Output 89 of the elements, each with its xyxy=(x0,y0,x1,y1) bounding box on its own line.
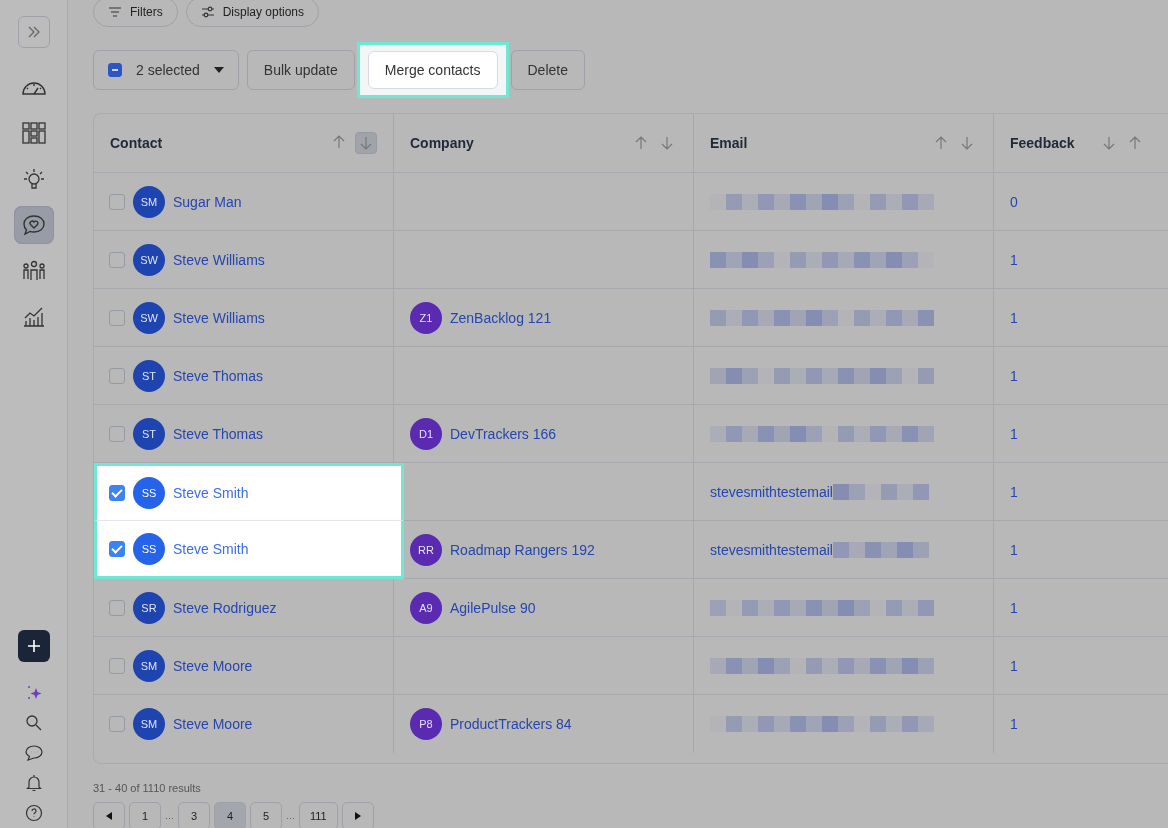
contact-avatar: SS xyxy=(133,477,165,509)
results-count: 31 - 40 of 1110 results xyxy=(93,782,202,794)
feedback-count[interactable]: 1 xyxy=(1010,425,1018,442)
feedback-count[interactable]: 1 xyxy=(1010,483,1018,500)
page-ellipsis: … xyxy=(286,811,295,821)
caret-icon xyxy=(213,67,224,73)
contact-name[interactable]: Steve Thomas xyxy=(173,425,263,442)
company-name[interactable]: Roadmap Rangers 192 xyxy=(450,541,595,558)
select-all-checkbox[interactable] xyxy=(108,63,122,77)
company-avatar: D1 xyxy=(410,417,442,450)
people-icon xyxy=(20,260,47,282)
feedback-count[interactable]: 1 xyxy=(1010,541,1018,558)
column-header[interactable]: Company xyxy=(410,135,474,151)
nav-button[interactable] xyxy=(13,206,54,244)
page-button[interactable]: 4 xyxy=(214,802,246,828)
contact-name[interactable]: Steve Williams xyxy=(173,251,265,268)
contact-avatar: SW xyxy=(133,301,165,334)
email-link[interactable]: stevesmithtestemail xyxy=(710,483,833,500)
row-checkbox[interactable] xyxy=(109,485,125,501)
action-button[interactable]: Delete xyxy=(510,50,585,90)
row-checkbox[interactable] xyxy=(109,716,125,732)
action-button[interactable]: Merge contacts xyxy=(367,51,498,89)
action-button[interactable]: Bulk update xyxy=(246,50,355,90)
contact-name[interactable]: Steve Smith xyxy=(173,540,249,557)
column-header[interactable]: Email xyxy=(710,135,748,151)
next-page-button[interactable] xyxy=(341,802,374,828)
feedback-count[interactable]: 1 xyxy=(1010,251,1018,268)
page-ellipsis: … xyxy=(165,811,174,821)
company-name[interactable]: ProductTrackers 84 xyxy=(450,716,572,732)
grid-icon xyxy=(21,122,46,144)
contact-name[interactable]: Steve Moore xyxy=(173,716,253,732)
feedback-count[interactable]: 1 xyxy=(1010,657,1018,674)
heart-chat-icon xyxy=(21,214,46,236)
column-header[interactable]: Feedback xyxy=(1010,135,1075,151)
add-button[interactable] xyxy=(17,630,50,662)
contact-name[interactable]: Steve Smith xyxy=(173,485,249,501)
contact-avatar: SR xyxy=(133,591,165,624)
help-icon[interactable] xyxy=(24,804,43,822)
row-checkbox[interactable] xyxy=(109,309,125,326)
contact-name[interactable]: Steve Moore xyxy=(173,657,253,674)
company-name[interactable]: ZenBacklog 121 xyxy=(450,309,552,326)
contact-avatar: ST xyxy=(133,417,165,450)
row-checkbox[interactable] xyxy=(109,251,125,268)
row-checkbox[interactable] xyxy=(109,599,125,616)
row-checkbox[interactable] xyxy=(109,425,125,442)
bell-icon[interactable] xyxy=(24,774,43,792)
sort-descending-icon[interactable] xyxy=(355,132,377,154)
contact-name[interactable]: Sugar Man xyxy=(173,193,242,210)
company-name[interactable]: DevTrackers 166 xyxy=(450,425,557,442)
feedback-count[interactable]: 1 xyxy=(1010,599,1018,616)
contact-name[interactable]: Steve Williams xyxy=(173,309,265,326)
contact-avatar: SM xyxy=(133,185,165,218)
contact-avatar: SW xyxy=(133,243,165,276)
row-checkbox[interactable] xyxy=(109,367,125,384)
right-triangle-icon xyxy=(354,812,361,820)
company-name[interactable]: AgilePulse 90 xyxy=(450,599,536,616)
contact-avatar: SS xyxy=(133,532,165,565)
page-button[interactable]: 3 xyxy=(178,802,210,828)
filter-icon xyxy=(108,6,122,18)
page-button[interactable]: 1 xyxy=(129,802,161,828)
row-checkbox[interactable] xyxy=(109,540,125,557)
row-checkbox[interactable] xyxy=(109,657,125,674)
feedback-count[interactable]: 1 xyxy=(1010,716,1018,732)
contact-name[interactable]: Steve Thomas xyxy=(173,367,263,384)
company-avatar: P8 xyxy=(410,708,442,740)
previous-page-button[interactable] xyxy=(93,802,125,828)
company-avatar: Z1 xyxy=(410,301,442,334)
contact-avatar: ST xyxy=(133,359,165,392)
lightbulb-icon xyxy=(22,167,45,191)
email-link[interactable]: stevesmithtestemail xyxy=(710,541,833,558)
bar-chart-icon xyxy=(21,306,46,328)
page-button[interactable]: 5 xyxy=(250,802,282,828)
contact-avatar: SM xyxy=(133,649,165,682)
row-checkbox[interactable] xyxy=(109,193,125,210)
plus-icon xyxy=(26,639,41,653)
chat-icon[interactable] xyxy=(24,744,43,762)
company-avatar: A9 xyxy=(410,591,442,624)
company-avatar: RR xyxy=(410,533,442,566)
column-header[interactable]: Contact xyxy=(110,135,163,151)
search-icon[interactable] xyxy=(24,714,43,732)
feedback-count[interactable]: 1 xyxy=(1010,367,1018,384)
feedback-count[interactable]: 0 xyxy=(1010,193,1018,210)
contact-name[interactable]: Steve Rodriguez xyxy=(173,599,277,616)
left-triangle-icon xyxy=(106,812,112,820)
sliders-icon xyxy=(200,6,215,18)
page-button[interactable]: 111 xyxy=(299,802,338,828)
contact-avatar: SM xyxy=(133,708,165,740)
selection-dropdown[interactable]: 2 selected xyxy=(93,50,239,90)
feedback-count[interactable]: 1 xyxy=(1010,309,1018,326)
